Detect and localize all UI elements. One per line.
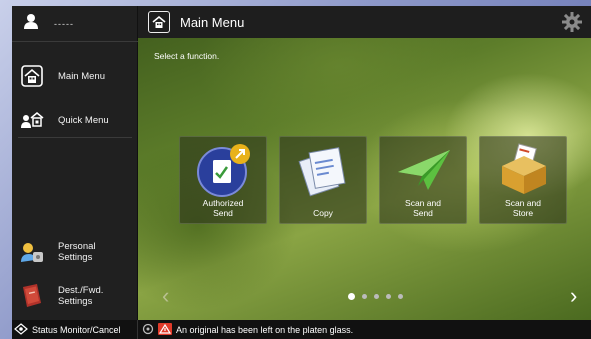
- home-icon: [20, 64, 44, 88]
- status-monitor-icon: [14, 322, 28, 337]
- sidebar-item-label: Quick Menu: [58, 114, 109, 126]
- authorized-send-button[interactable]: Authorized Send: [179, 136, 267, 224]
- tile-label: Copy: [313, 208, 333, 218]
- control-panel-screen: ----- Main Menu Quick Menu Personal Setti…: [12, 6, 591, 339]
- scan-and-send-button[interactable]: Scan and Send: [379, 136, 467, 224]
- title-bar: Main Menu: [138, 6, 591, 38]
- personal-settings-icon: [20, 240, 44, 264]
- instruction-text: Select a function.: [154, 51, 220, 61]
- warning-icon: [158, 322, 172, 337]
- scan-and-store-button[interactable]: Scan and Store: [479, 136, 567, 224]
- sidebar: ----- Main Menu Quick Menu Personal Setti…: [12, 6, 138, 320]
- dest-fwd-settings-icon: [20, 284, 44, 308]
- next-page-arrow-icon[interactable]: ›: [570, 283, 577, 309]
- user-name: -----: [54, 18, 74, 29]
- status-monitor-button[interactable]: Status Monitor/Cancel: [12, 320, 138, 339]
- page-dot: [374, 294, 379, 299]
- sidebar-item-personal-settings[interactable]: Personal Settings: [12, 230, 138, 274]
- page-dot: [362, 294, 367, 299]
- scan-and-send-icon: [394, 142, 454, 198]
- page-dot: [348, 293, 355, 300]
- status-monitor-label: Status Monitor/Cancel: [32, 324, 121, 335]
- user-icon: [22, 12, 40, 35]
- main-area: Main Menu Select a function. Authorized S…: [138, 6, 591, 320]
- sidebar-item-dest-fwd-settings[interactable]: Dest./Fwd. Settings: [12, 274, 138, 318]
- tile-label: Authorized Send: [202, 198, 244, 218]
- login-user-button[interactable]: -----: [12, 6, 138, 42]
- network-icon: [142, 323, 154, 337]
- tile-label: Scan and Store: [505, 198, 541, 218]
- sidebar-item-quick-menu[interactable]: Quick Menu: [12, 98, 138, 142]
- quick-menu-icon: [20, 108, 44, 132]
- copy-button[interactable]: Copy: [279, 136, 367, 224]
- sidebar-item-label: Dest./Fwd. Settings: [58, 285, 104, 307]
- page-title: Main Menu: [180, 14, 245, 30]
- previous-page-arrow-icon[interactable]: ‹: [162, 283, 169, 309]
- home-icon: [148, 11, 170, 33]
- status-message: An original has been left on the platen …: [142, 322, 354, 337]
- gear-icon[interactable]: [561, 11, 583, 38]
- tile-label: Scan and Send: [405, 198, 441, 218]
- status-bar: Status Monitor/Cancel An original has be…: [12, 320, 591, 339]
- status-message-text: An original has been left on the platen …: [176, 324, 354, 335]
- sidebar-item-main-menu[interactable]: Main Menu: [12, 54, 138, 98]
- authorized-send-icon: [194, 142, 254, 198]
- copy-icon: [294, 142, 354, 198]
- sidebar-item-label: Main Menu: [58, 70, 105, 82]
- scan-and-store-icon: [494, 142, 554, 198]
- page-dot: [398, 294, 403, 299]
- page-indicator: [348, 293, 403, 300]
- page-dot: [386, 294, 391, 299]
- sidebar-divider: [18, 137, 132, 138]
- sidebar-item-label: Personal Settings: [58, 241, 96, 263]
